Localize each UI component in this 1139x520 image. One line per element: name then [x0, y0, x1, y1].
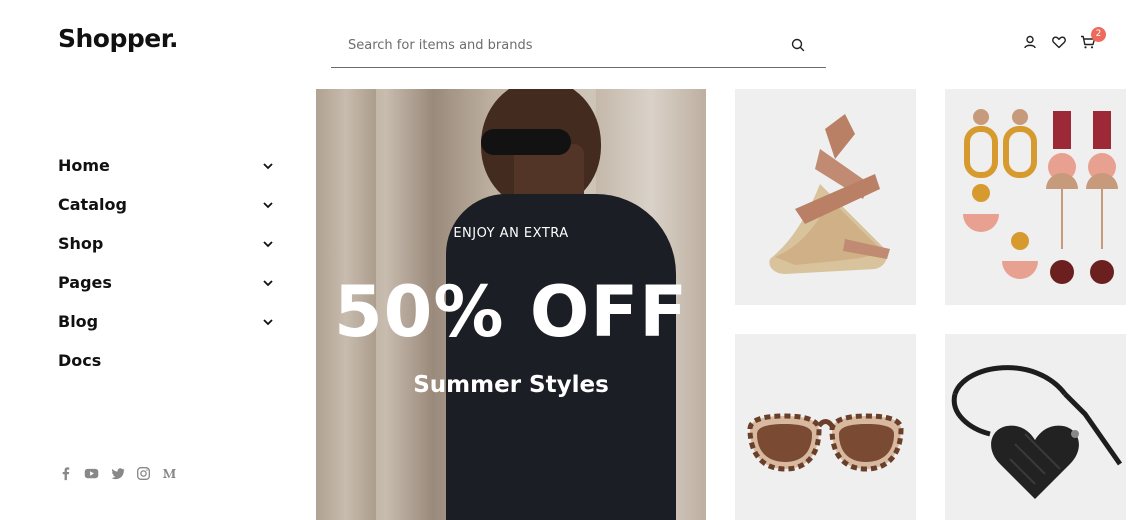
nav-item-catalog[interactable]: Catalog: [58, 185, 274, 224]
sunglasses-image: [735, 334, 916, 520]
cart-count-badge: 2: [1091, 27, 1106, 42]
nav-item-docs[interactable]: Docs: [58, 341, 274, 380]
product-tile-heart-bag[interactable]: [945, 334, 1126, 520]
chevron-down-icon: [263, 201, 273, 208]
product-tile-earrings[interactable]: [945, 89, 1126, 305]
logo[interactable]: Shopper.: [58, 24, 179, 53]
facebook-icon[interactable]: [58, 466, 73, 481]
nav-item-label: Home: [58, 156, 110, 175]
search-input[interactable]: [331, 26, 771, 64]
nav-item-label: Docs: [58, 351, 102, 370]
heart-bag-image: [945, 334, 1126, 520]
sidebar-nav: Home Catalog Shop Pages Blog Docs: [58, 146, 274, 380]
search-icon[interactable]: [790, 37, 806, 53]
sandal-image: [735, 89, 916, 305]
header-actions: [1022, 34, 1096, 50]
chevron-down-icon: [263, 240, 273, 247]
medium-icon[interactable]: [162, 466, 177, 481]
nav-item-shop[interactable]: Shop: [58, 224, 274, 263]
nav-item-home[interactable]: Home: [58, 146, 274, 185]
product-tile-sunglasses[interactable]: [735, 334, 916, 520]
nav-item-label: Catalog: [58, 195, 127, 214]
nav-item-label: Shop: [58, 234, 104, 253]
nav-item-label: Pages: [58, 273, 112, 292]
heart-icon[interactable]: [1051, 34, 1067, 50]
chevron-down-icon: [263, 318, 273, 325]
hero-banner[interactable]: ENJOY AN EXTRA 50% OFF Summer Styles: [316, 89, 706, 520]
instagram-icon[interactable]: [136, 466, 151, 481]
youtube-icon[interactable]: [84, 466, 99, 481]
earrings-image: [945, 89, 1126, 305]
user-icon[interactable]: [1022, 34, 1038, 50]
chevron-down-icon: [263, 279, 273, 286]
social-links: [58, 466, 177, 481]
nav-item-blog[interactable]: Blog: [58, 302, 274, 341]
twitter-icon[interactable]: [110, 466, 125, 481]
chevron-down-icon: [263, 162, 273, 169]
hero-headline: 50% OFF: [333, 271, 689, 353]
hero-kicker: ENJOY AN EXTRA: [453, 226, 569, 241]
nav-item-pages[interactable]: Pages: [58, 263, 274, 302]
nav-item-label: Blog: [58, 312, 99, 331]
product-tile-sandal[interactable]: [735, 89, 916, 305]
hero-subheadline: Summer Styles: [413, 372, 609, 398]
search-bar: [331, 26, 826, 68]
